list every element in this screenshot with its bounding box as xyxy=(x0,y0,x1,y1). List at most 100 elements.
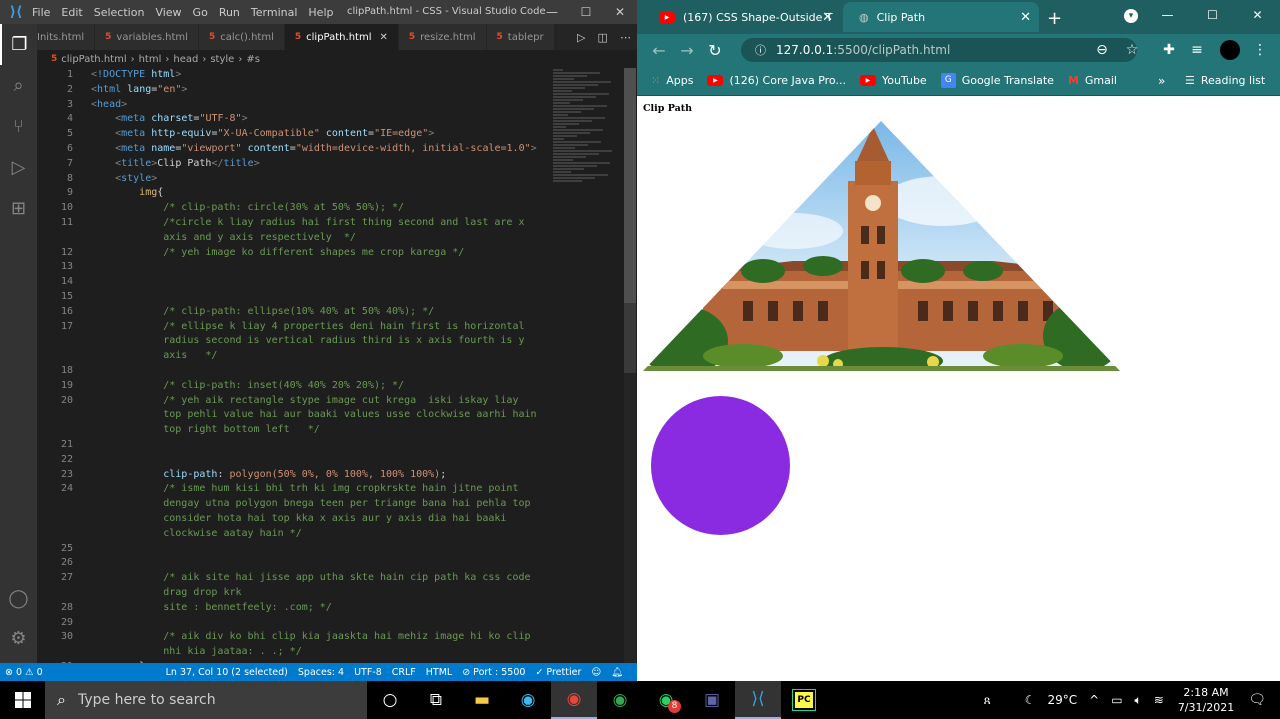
new-tab-button[interactable]: + xyxy=(1047,8,1062,29)
run-icon[interactable]: ▷ xyxy=(577,31,585,44)
whatsapp-icon[interactable]: ◉ 8 xyxy=(643,681,689,719)
extensions-puzzle-icon[interactable]: ✚ xyxy=(1157,38,1181,62)
menu-view[interactable]: View xyxy=(155,6,181,19)
wifi-icon[interactable]: ≋ xyxy=(1154,693,1164,707)
line-ending[interactable]: CRLF xyxy=(392,667,416,678)
editor-tab[interactable]: 5 tablepr xyxy=(486,24,555,50)
code-line[interactable]: consider hota hai top kka x axis aur y a… xyxy=(91,512,506,527)
code-line[interactable]: /* aik site hai jisse app utha skte hain… xyxy=(91,571,530,586)
code-line[interactable]: dengay utna polygon bnega teen per trian… xyxy=(91,497,530,512)
code-line[interactable]: radius second is vertical radius third i… xyxy=(91,334,524,349)
minimize-button[interactable]: — xyxy=(535,0,569,24)
editor-tab[interactable]: 5 variables.html xyxy=(95,24,199,50)
pycharm-icon[interactable]: PC xyxy=(781,681,827,719)
code-line[interactable]: site : bennetfeely: .com; */ xyxy=(91,601,332,616)
code-line[interactable]: top right bottom left */ xyxy=(91,423,320,438)
prettier-status[interactable]: ✓ Prettier xyxy=(535,667,581,678)
close-tab-icon[interactable]: ✕ xyxy=(1020,10,1031,25)
settings-gear-icon[interactable]: ⚙ xyxy=(0,618,37,659)
edge-icon[interactable]: ◉ xyxy=(505,681,551,719)
breadcrumb-item[interactable]: clipPath.html xyxy=(61,54,126,65)
code-line[interactable]: /* aik div ko bhi clip kia jaaskta hai m… xyxy=(91,630,530,645)
file-explorer-icon[interactable]: ▬ xyxy=(459,681,505,719)
code-line[interactable]: /* clip-path: inset(40% 40% 20% 20%); */ xyxy=(91,379,404,394)
menu-terminal[interactable]: Terminal xyxy=(251,6,298,19)
feedback-icon[interactable]: ☺ xyxy=(591,667,601,678)
code-line[interactable]: <style> xyxy=(91,172,157,187)
zoom-icon[interactable]: ⊖ xyxy=(1090,38,1114,62)
forward-icon[interactable]: → xyxy=(673,41,701,60)
account-icon[interactable]: ◯ xyxy=(0,578,37,619)
close-button[interactable]: ✕ xyxy=(603,0,637,24)
editor-tab[interactable]: 5 calc().html xyxy=(198,24,285,50)
minimap[interactable] xyxy=(553,68,623,208)
bookmark-google-translate[interactable]: G Google Translate xyxy=(940,73,1054,88)
chrome-menu-icon[interactable]: ⋮ xyxy=(1248,38,1272,62)
editor-tab[interactable]: 5 resize.html xyxy=(398,24,487,50)
menu-help[interactable]: Help xyxy=(308,6,333,19)
maximize-button[interactable]: ☐ xyxy=(569,0,603,24)
code-line[interactable]: <html lang="en"> xyxy=(91,83,187,98)
code-line[interactable]: <meta name="viewport" content="width=dev… xyxy=(91,142,537,157)
breadcrumb-item[interactable]: #s xyxy=(246,54,260,65)
live-server-port[interactable]: ⊘ Port : 5500 xyxy=(462,667,525,678)
breadcrumb-item[interactable]: head xyxy=(173,54,198,65)
extensions-icon[interactable]: ⊞ xyxy=(0,188,37,229)
windows-start-button[interactable] xyxy=(0,681,45,719)
code-line[interactable]: axis */ xyxy=(91,349,217,364)
menu-edit[interactable]: Edit xyxy=(61,6,82,19)
bookmark-star-icon[interactable]: ☆ xyxy=(1120,38,1144,62)
chrome-close-button[interactable]: ✕ xyxy=(1235,0,1280,30)
bookmark-gmail[interactable]: M Gmail xyxy=(1068,74,1117,87)
profile-avatar[interactable] xyxy=(1218,38,1242,62)
menu-selection[interactable]: Selection xyxy=(94,6,145,19)
close-tab-icon[interactable]: ✕ xyxy=(822,10,833,25)
bookmark-youtube[interactable]: ▶ YouTube xyxy=(859,74,927,87)
code-editor[interactable]: 1 <!DOCTYPE html> 2 <html lang="en"> 3 <head>… xyxy=(37,68,627,663)
language-mode[interactable]: HTML xyxy=(426,667,452,678)
indentation[interactable]: Spaces: 4 xyxy=(298,667,344,678)
code-line[interactable]: /*circle k liay radius hai first thing s… xyxy=(91,216,524,231)
code-line[interactable]: /* clip-path: circle(30% at 50% 50%); */ xyxy=(91,201,404,216)
weather-temp[interactable]: 29°C xyxy=(1047,693,1077,707)
editor-scrollbar[interactable] xyxy=(624,68,636,663)
code-line[interactable]: <title>Clip Path</title> xyxy=(91,157,260,172)
split-editor-icon[interactable]: ◫ xyxy=(598,31,608,44)
vscode-taskbar-icon[interactable]: ⟩⟨ xyxy=(735,681,781,719)
code-line[interactable]: top pehli value hai aur baaki values uss… xyxy=(91,408,536,423)
code-line[interactable]: <meta charset="UTF-8"> xyxy=(91,112,248,127)
code-line[interactable]: <meta http-equiv="X-UA-Compatible" conte… xyxy=(91,127,434,142)
notifications-icon[interactable]: 🔔︎ xyxy=(611,667,623,678)
back-icon[interactable]: ← xyxy=(645,41,673,60)
close-tab-icon[interactable]: ✕ xyxy=(379,32,387,43)
breadcrumb-item[interactable]: html xyxy=(139,54,162,65)
problems-indicator[interactable]: ⊗ 0 ⚠ 0 xyxy=(5,667,43,678)
editor-tab[interactable]: 5 clipPath.html ✕ xyxy=(284,24,399,50)
media-control-icon[interactable]: ≡ xyxy=(1185,38,1209,62)
menu-file[interactable]: File xyxy=(32,6,50,19)
code-line[interactable]: drag drop krk xyxy=(91,586,241,601)
search-icon[interactable]: ⌕ xyxy=(0,65,37,106)
tab-search-icon[interactable]: ▾ xyxy=(1124,9,1138,23)
source-control-icon[interactable]: ⑂ xyxy=(0,106,37,147)
chrome-tab-youtube[interactable]: ▶ (167) CSS Shape-Outside T ✕ xyxy=(643,2,841,32)
clock[interactable]: 2:18 AM 7/31/2021 xyxy=(1178,685,1234,715)
chrome-profile-taskbar-icon[interactable]: ◉ xyxy=(597,681,643,719)
volume-icon[interactable]: 🔈︎ xyxy=(1135,693,1142,708)
code-line[interactable]: /* isme hum kisi bhi trh ki img cropkrsk… xyxy=(91,482,518,497)
battery-icon[interactable]: ▭ xyxy=(1111,693,1122,707)
weather-icon[interactable]: ☾ xyxy=(1025,693,1036,707)
code-line[interactable]: /* ellipse k liay 4 properties deni hain… xyxy=(91,320,524,335)
bookmark-core-java[interactable]: ▶ (126) Core Java Pro... xyxy=(707,74,846,87)
code-line[interactable]: <!DOCTYPE html> xyxy=(91,68,181,83)
bookmark-apps[interactable]: ⁙ Apps xyxy=(651,74,693,87)
show-hidden-icons[interactable]: ^ xyxy=(1089,693,1099,707)
code-line[interactable]: /* clip-path: ellipse(10% 40% at 50% 40%… xyxy=(91,305,434,320)
reload-icon[interactable]: ↻ xyxy=(701,41,729,60)
code-line[interactable]: axis and y axis respectively */ xyxy=(91,231,356,246)
encoding[interactable]: UTF-8 xyxy=(354,667,382,678)
teams-icon[interactable]: ▣ xyxy=(689,681,735,719)
chrome-minimize-button[interactable]: — xyxy=(1145,0,1190,30)
chrome-maximize-button[interactable]: ☐ xyxy=(1190,0,1235,30)
code-line[interactable]: clockwise aatay hain */ xyxy=(91,527,301,542)
